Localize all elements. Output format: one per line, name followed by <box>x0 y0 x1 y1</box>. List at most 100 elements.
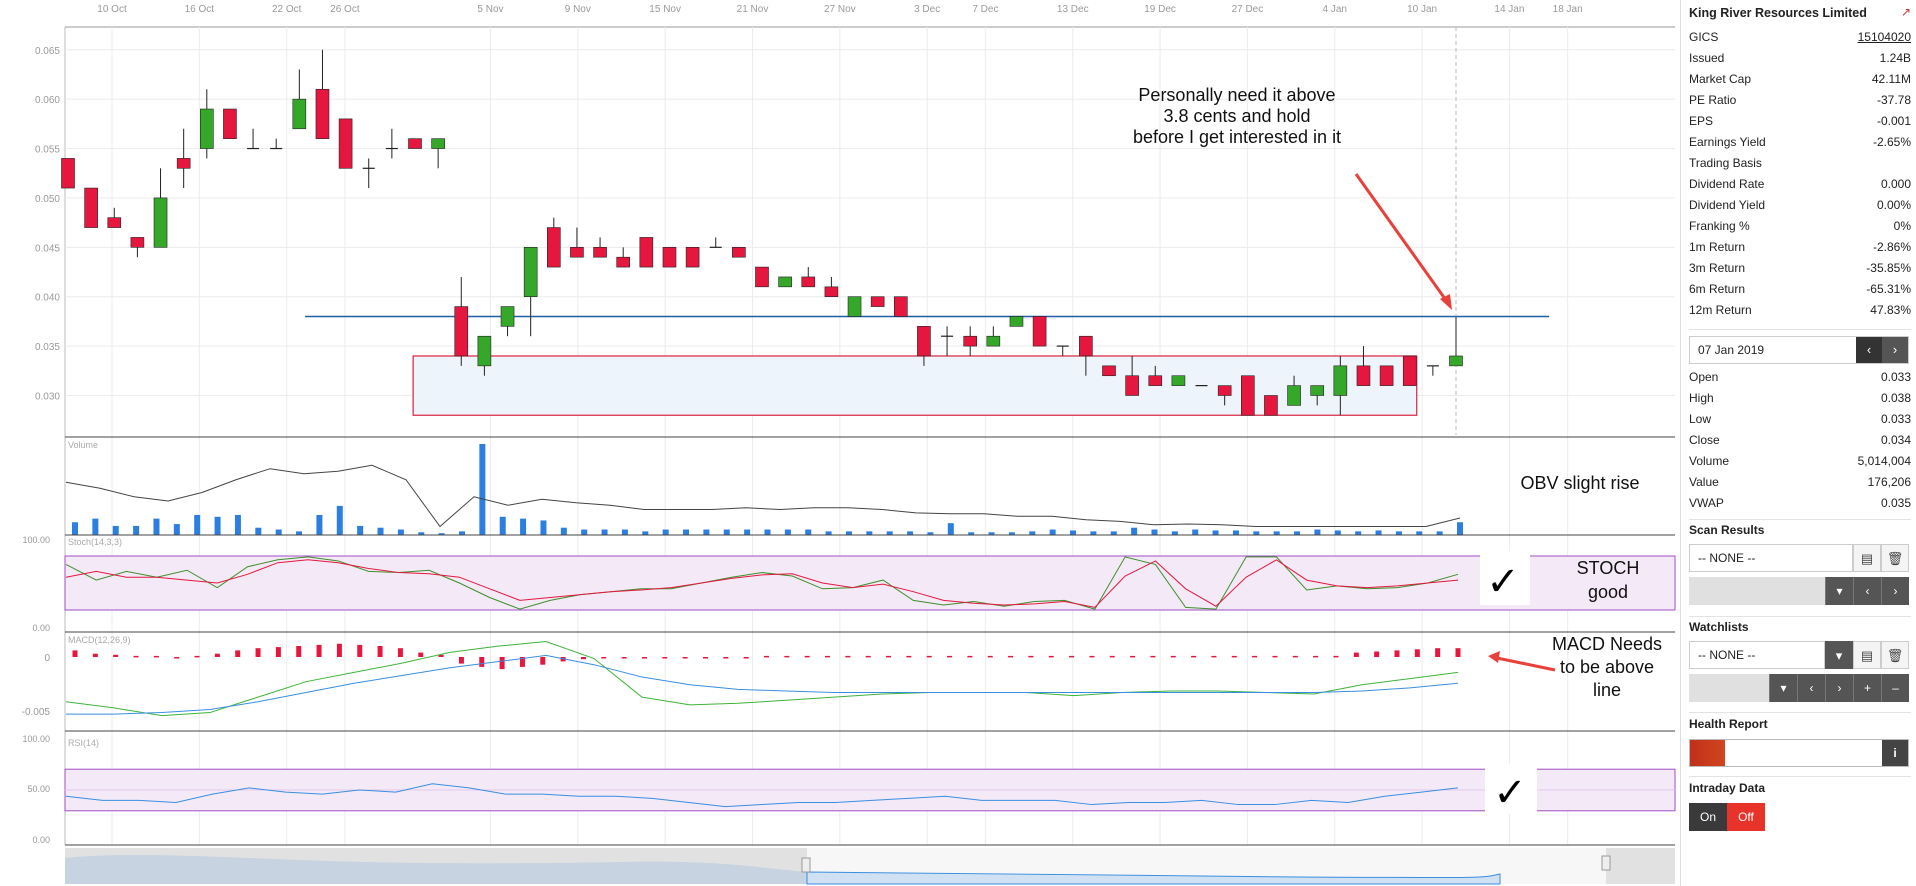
stoch-tick: 0.00 <box>32 623 50 633</box>
chevron-left-icon[interactable]: ‹ <box>1856 337 1882 363</box>
info-icon[interactable]: i <box>1882 740 1908 766</box>
candle-body <box>523 247 538 298</box>
stat-row: EPS -0.001 <box>1689 111 1911 132</box>
date-picker[interactable]: 07 Jan 2019 ‹ › <box>1689 336 1909 364</box>
date-tick-label: 15 Nov <box>649 4 681 15</box>
ohlc-label: Close <box>1689 433 1720 447</box>
volume-bar <box>72 522 78 535</box>
caret-down-icon[interactable]: ▾ <box>1825 641 1853 669</box>
date-tick-label: 7 Dec <box>972 4 998 15</box>
stat-label: GICS <box>1689 30 1719 44</box>
stat-row: 12m Return 47.83% <box>1689 300 1911 321</box>
ohlc-row: High 0.038 <box>1689 388 1911 409</box>
volume-bar <box>560 527 567 535</box>
chevron-left-icon[interactable]: ‹ <box>1853 577 1881 605</box>
stat-row: Earnings Yield -2.65% <box>1689 132 1911 153</box>
stat-row: 3m Return -35.85% <box>1689 258 1911 279</box>
candle-body <box>1009 316 1024 327</box>
volume-bar <box>662 529 669 535</box>
macd-hist-bar <box>621 657 627 659</box>
health-fill <box>1690 740 1725 766</box>
stoch-tick: 100.00 <box>22 535 50 545</box>
volume-bar <box>275 529 282 535</box>
plus-icon[interactable]: + <box>1853 674 1881 702</box>
volume-bar <box>1029 531 1036 535</box>
caret-down-icon[interactable]: ▾ <box>1825 577 1853 605</box>
volume-bar <box>357 525 364 535</box>
volume-bar <box>1049 529 1056 535</box>
macd-label: MACD(12,26,9) <box>68 635 131 645</box>
divider <box>1689 776 1911 777</box>
candle-body <box>685 247 700 268</box>
candle-body <box>1079 335 1093 357</box>
volume-bar <box>1253 531 1260 535</box>
date-tick-label: 26 Oct <box>330 4 360 15</box>
candle-body <box>662 247 677 268</box>
candle-body <box>1310 385 1324 396</box>
macd-hist-bar <box>1414 649 1420 657</box>
stat-label: Earnings Yield <box>1689 135 1766 149</box>
macd-hist-bar <box>702 657 708 659</box>
volume-bar <box>194 514 201 535</box>
ohlc-value: 0.035 <box>1880 496 1911 510</box>
intraday-on-button[interactable]: On <box>1689 803 1727 831</box>
stat-value: -0.001 <box>1876 114 1911 128</box>
candle-body <box>1402 355 1417 386</box>
ohlc-value: 0.033 <box>1880 370 1911 384</box>
date-tick-label: 14 Jan <box>1494 4 1524 15</box>
navigator-handle-right <box>1601 855 1611 871</box>
ohlc-row: Open 0.033 <box>1689 367 1911 388</box>
candle-body <box>176 158 191 169</box>
candle-body <box>1241 375 1255 416</box>
macd-hist-bar <box>1191 655 1197 658</box>
macd-hist-bar <box>784 655 790 658</box>
chevron-right-icon[interactable]: › <box>1825 674 1853 702</box>
trash-icon[interactable]: 🗑 <box>1881 641 1909 669</box>
volume-bar <box>479 444 486 535</box>
macd-hist-bar <box>886 655 892 658</box>
macd-hist-bar <box>499 657 505 670</box>
macd-hist-bar <box>1211 655 1217 658</box>
volume-bar <box>1070 530 1077 535</box>
caret-down-icon[interactable]: ▾ <box>1769 674 1797 702</box>
document-icon[interactable]: ▤ <box>1853 641 1881 669</box>
minus-icon[interactable]: – <box>1881 674 1909 702</box>
document-icon[interactable]: ▤ <box>1853 544 1881 572</box>
candle-body <box>755 266 769 288</box>
volume-bar <box>683 529 690 535</box>
macd-hist-bar <box>72 650 78 657</box>
macd-hist-bar <box>458 657 464 664</box>
stock-chart[interactable]: 10 Oct 16 Oct 22 Oct 26 Oct 5 Nov 9 Nov 15 Nov… <box>0 0 1680 886</box>
chevron-left-icon[interactable]: ‹ <box>1797 674 1825 702</box>
stat-label: Market Cap <box>1689 72 1752 86</box>
scan-select[interactable]: -- NONE -- <box>1689 544 1853 572</box>
candle-body <box>1032 316 1047 347</box>
candle-body <box>431 138 445 149</box>
macd-hist-bar <box>1435 648 1441 657</box>
chevron-right-icon[interactable]: › <box>1882 337 1908 363</box>
watchlist-select[interactable]: -- NONE -- <box>1689 641 1825 669</box>
ohlc-row: Low 0.033 <box>1689 409 1911 430</box>
stat-label: Issued <box>1689 51 1725 65</box>
candle-body <box>639 237 654 268</box>
trash-icon[interactable]: 🗑 <box>1881 544 1909 572</box>
external-link-icon[interactable]: ↗ <box>1901 5 1911 19</box>
volume-bar <box>316 514 323 535</box>
stat-label: 3m Return <box>1689 261 1746 275</box>
date-tick-label: 18 Jan <box>1553 4 1583 15</box>
macd-hist-bar <box>113 654 119 657</box>
sidebar: King River Resources Limited ↗ GICS 15104… <box>1680 0 1916 886</box>
ohlc-value: 176,206 <box>1867 475 1911 489</box>
price-tick-label: 0.035 <box>35 342 60 353</box>
macd-hist-bar <box>1252 655 1258 658</box>
divider <box>1689 519 1911 520</box>
stat-label: Franking % <box>1689 219 1750 233</box>
chart-area[interactable]: 10 Oct 16 Oct 22 Oct 26 Oct 5 Nov 9 Nov 15 Nov… <box>0 0 1680 886</box>
macd-hist-bar <box>641 657 647 659</box>
gics-link[interactable]: 15104020 <box>1858 27 1911 48</box>
candle-body <box>847 296 862 317</box>
chevron-right-icon[interactable]: › <box>1881 577 1909 605</box>
macd-hist-bar <box>377 646 383 657</box>
stat-row: Trading Basis <box>1689 153 1911 174</box>
intraday-off-button[interactable]: Off <box>1727 803 1765 831</box>
